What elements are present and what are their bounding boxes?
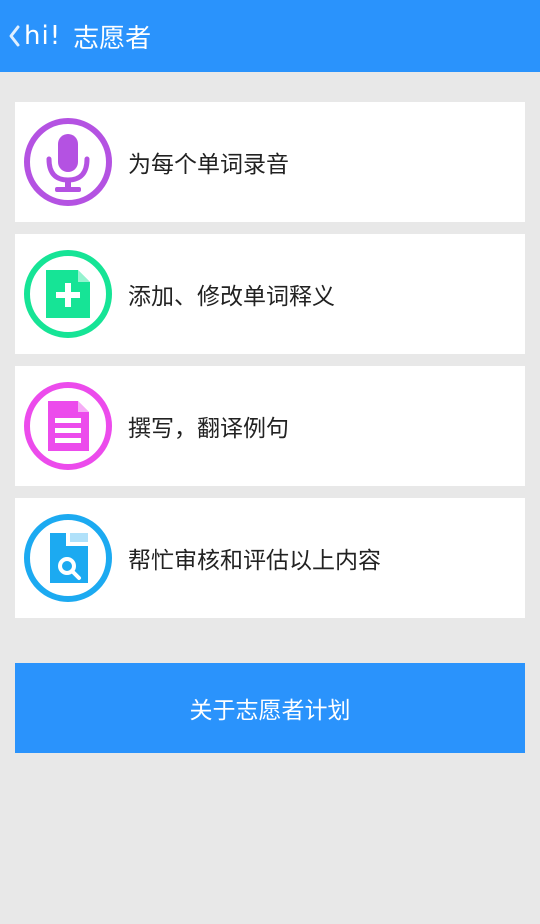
document-icon (24, 382, 112, 470)
microphone-icon (24, 118, 112, 206)
task-item-definition[interactable]: 添加、修改单词释义 (15, 234, 525, 354)
task-label-review: 帮忙审核和评估以上内容 (128, 548, 381, 574)
task-item-sentence[interactable]: 撰写，翻译例句 (15, 366, 525, 486)
task-item-review[interactable]: 帮忙审核和评估以上内容 (15, 498, 525, 618)
page-title: 志愿者 (73, 23, 152, 54)
task-list: 为每个单词录音 添加、修改单词释义 撰写，翻译例句 帮忙审核和评估以上内容 (15, 102, 525, 630)
task-item-record[interactable]: 为每个单词录音 (15, 102, 525, 222)
back-label: hi! (24, 21, 62, 51)
back-button[interactable]: hi! (0, 0, 61, 72)
search-document-icon (24, 514, 112, 602)
header-bar: hi! 志愿者 (0, 0, 540, 72)
task-label-record: 为每个单词录音 (128, 152, 289, 178)
task-label-definition: 添加、修改单词释义 (128, 284, 335, 310)
chevron-left-icon (9, 25, 20, 47)
task-label-sentence: 撰写，翻译例句 (128, 416, 289, 442)
add-document-icon (24, 250, 112, 338)
about-volunteer-label: 关于志愿者计划 (189, 698, 351, 724)
about-volunteer-button[interactable]: 关于志愿者计划 (15, 663, 525, 753)
